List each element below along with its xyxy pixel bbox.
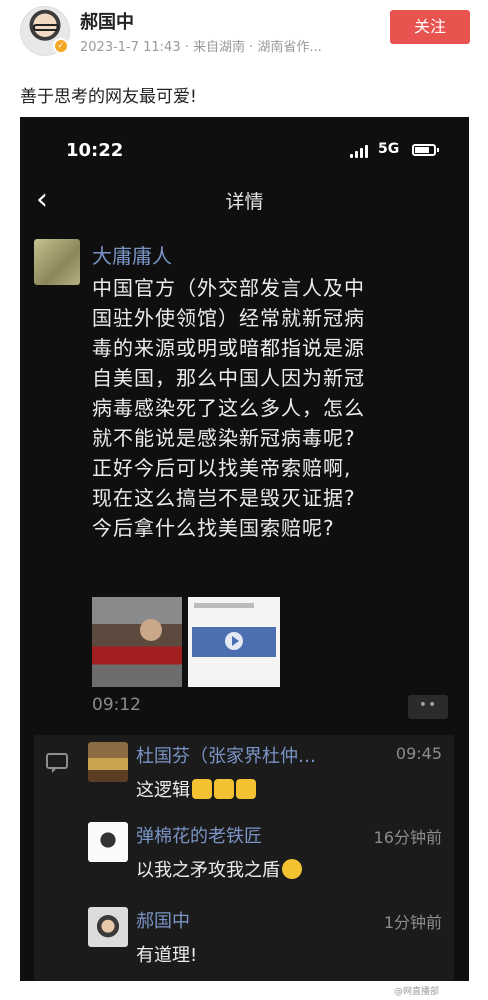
signal-icon (350, 144, 370, 158)
moment-line: 病毒感染死了这么多人，怎么 (92, 396, 365, 420)
status-time: 10:22 (66, 140, 124, 161)
post-meta: 2023-1-7 11:43 · 来自湖南 · 湖南省作... (80, 40, 322, 55)
network-label: 5G (378, 141, 400, 157)
verified-badge-icon: ✓ (53, 38, 69, 54)
moment-line: 毒的来源或明或暗都指说是源 (92, 336, 365, 360)
moment-line: 就不能说是感染新冠病毒呢? (92, 426, 356, 450)
play-icon (225, 632, 243, 650)
post-text: 善于思考的网友最可爱! (20, 87, 197, 107)
commenter-avatar (88, 907, 128, 947)
comment-item: 杜国芬（张家界杜仲… 09:45 这逻辑 (88, 742, 454, 812)
moment-time: 09:12 (92, 695, 141, 715)
battery-icon (412, 144, 439, 156)
commenter-avatar (88, 742, 128, 782)
moment-line: 自美国，那么中国人因为新冠 (92, 366, 365, 390)
comment-text: 以我之矛攻我之盾 (136, 856, 302, 882)
video-thumbnail (188, 597, 280, 687)
moment-line: 中国官方（外交部发言人及中 (92, 276, 365, 300)
comment-icon (46, 753, 68, 773)
poster-avatar (34, 239, 80, 285)
commenter-name: 郝国中 (136, 911, 190, 932)
comment-item: 郝国中 1分钟前 有道理! (88, 907, 454, 977)
thumbs-up-icon (236, 779, 256, 799)
comment-text: 有道理! (136, 945, 198, 966)
author-name[interactable]: 郝国中 (80, 8, 134, 34)
embedded-screenshot[interactable]: 10:22 5G ‹ 详情 大庸庸人 中国官方（外交部发言人及中 国驻外使领馆）… (20, 117, 469, 981)
moment-line: 现在这么搞岂不是毁灭证据? (92, 486, 356, 510)
more-button: •• (408, 695, 448, 719)
nav-title: 详情 (225, 191, 264, 213)
moment-line: 国驻外使领馆）经常就新冠病 (92, 306, 365, 330)
comment-time: 16分钟前 (373, 828, 442, 847)
moment-line: 今后拿什么找美国索赔呢? (92, 516, 335, 540)
thumbs-up-icon (214, 779, 234, 799)
thumbs-up-icon (192, 779, 212, 799)
commenter-name: 杜国芬（张家界杜仲… (136, 746, 316, 767)
comment-time: 1分钟前 (383, 913, 442, 932)
sweat-face-icon (282, 859, 302, 879)
moment-line: 正好今后可以找美帝索赔啊, (92, 456, 352, 480)
post-header: ✓ 郝国中 2023-1-7 11:43 · 来自湖南 · 湖南省作... 关注 (0, 0, 488, 68)
commenter-avatar (88, 822, 128, 862)
moment-body: 中国官方（外交部发言人及中 国驻外使领馆）经常就新冠病 毒的来源或明或暗都指说是… (92, 273, 452, 543)
comment-time: 09:45 (395, 744, 442, 763)
follow-button[interactable]: 关注 (390, 10, 470, 44)
watermark: @网直播部 (394, 987, 440, 997)
comment-text: 这逻辑 (136, 776, 256, 802)
comment-item: 弹棉花的老铁匠 16分钟前 以我之矛攻我之盾 (88, 822, 454, 892)
poster-name: 大庸庸人 (92, 244, 172, 268)
photo-thumbnail (92, 597, 182, 687)
commenter-name: 弹棉花的老铁匠 (136, 826, 262, 847)
